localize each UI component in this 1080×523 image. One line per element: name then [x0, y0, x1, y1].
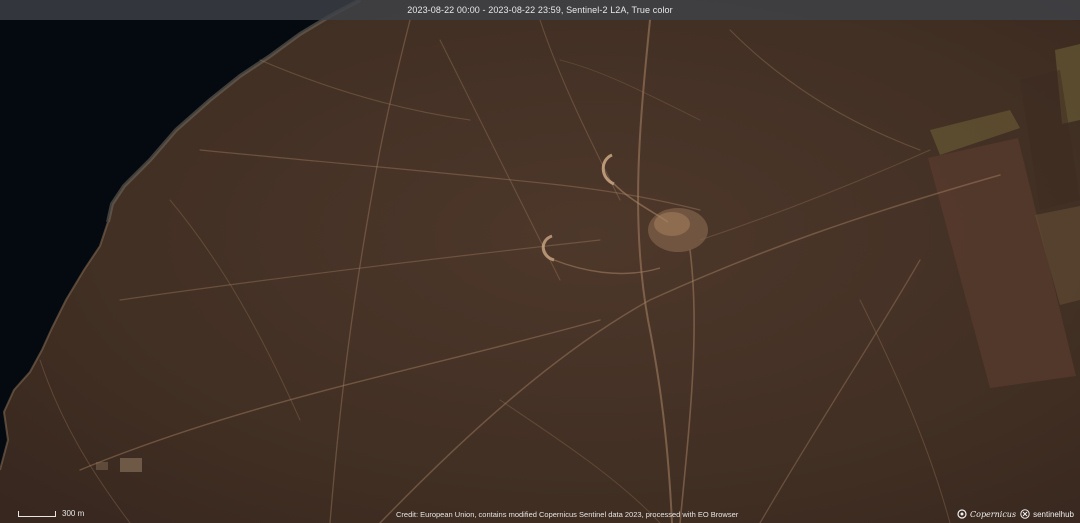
copernicus-icon: [957, 509, 967, 519]
map-viewer[interactable]: 2023-08-22 00:00 - 2023-08-22 23:59, Sen…: [0, 0, 1080, 523]
satellite-image: [0, 0, 1080, 523]
acquisition-header: 2023-08-22 00:00 - 2023-08-22 23:59, Sen…: [0, 0, 1080, 20]
credit-text: Credit: European Union, contains modifie…: [396, 510, 739, 519]
copernicus-logo: Copernicus: [957, 509, 1016, 519]
sentinelhub-logo: sentinelhub: [1020, 509, 1074, 519]
sentinelhub-icon: [1020, 509, 1030, 519]
copernicus-label: Copernicus: [970, 509, 1017, 519]
scale-label: 300 m: [62, 509, 85, 518]
scale-bar: 300 m: [18, 505, 84, 519]
scale-line: [18, 511, 56, 517]
provider-logos: Copernicus sentinelhub: [957, 509, 1074, 519]
sentinelhub-label: sentinelhub: [1033, 509, 1074, 519]
acquisition-caption: 2023-08-22 00:00 - 2023-08-22 23:59, Sen…: [407, 5, 673, 15]
